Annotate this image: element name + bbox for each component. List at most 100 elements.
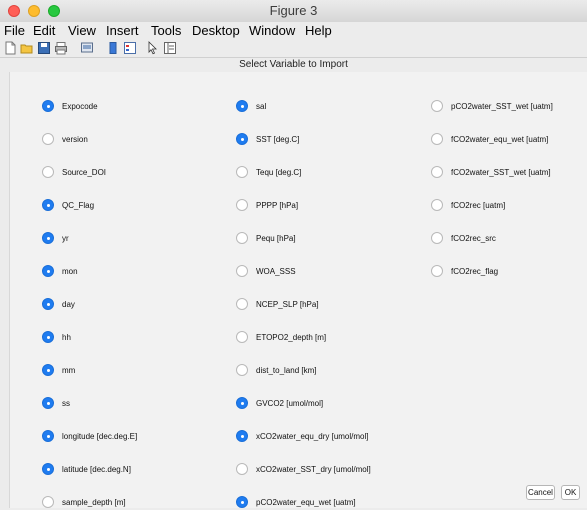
variable-label: yr — [62, 233, 69, 243]
menu-window[interactable]: Window — [249, 23, 295, 38]
radio-button[interactable] — [236, 463, 248, 475]
variable-option[interactable]: Source_DOI — [42, 164, 106, 180]
property-inspector-icon[interactable] — [163, 41, 177, 55]
radio-button[interactable] — [42, 298, 54, 310]
variable-option[interactable]: xCO2water_equ_dry [umol/mol] — [236, 428, 369, 444]
variable-option[interactable]: hh — [42, 329, 71, 345]
radio-button[interactable] — [236, 133, 248, 145]
menu-help[interactable]: Help — [305, 23, 332, 38]
variable-option[interactable]: Tequ [deg.C] — [236, 164, 301, 180]
variable-option[interactable]: pCO2water_SST_wet [uatm] — [431, 98, 553, 114]
menu-insert[interactable]: Insert — [106, 23, 139, 38]
variable-label: dist_to_land [km] — [256, 365, 317, 375]
variable-option[interactable]: NCEP_SLP [hPa] — [236, 296, 319, 312]
print-preview-icon[interactable] — [80, 41, 94, 55]
variable-option[interactable]: QC_Flag — [42, 197, 94, 213]
radio-button[interactable] — [236, 331, 248, 343]
radio-button[interactable] — [236, 265, 248, 277]
variable-option[interactable]: SST [deg.C] — [236, 131, 299, 147]
radio-button[interactable] — [42, 496, 54, 508]
variable-option[interactable]: fCO2water_SST_wet [uatm] — [431, 164, 551, 180]
radio-button[interactable] — [431, 199, 443, 211]
radio-button[interactable] — [431, 166, 443, 178]
variable-option[interactable]: xCO2water_SST_dry [umol/mol] — [236, 461, 371, 477]
variable-option[interactable]: latitude [dec.deg.N] — [42, 461, 131, 477]
radio-button[interactable] — [42, 331, 54, 343]
variable-label: version — [62, 134, 88, 144]
menu-bar: File Edit View Insert Tools Desktop Wind… — [0, 22, 587, 40]
variable-option[interactable]: WOA_SSS — [236, 263, 296, 279]
variable-label: fCO2water_SST_wet [uatm] — [451, 167, 551, 177]
pointer-icon[interactable] — [146, 41, 160, 55]
radio-button[interactable] — [236, 364, 248, 376]
radio-button[interactable] — [42, 133, 54, 145]
radio-button[interactable] — [42, 199, 54, 211]
variable-label: fCO2rec [uatm] — [451, 200, 506, 210]
menu-tools[interactable]: Tools — [151, 23, 181, 38]
radio-button[interactable] — [236, 397, 248, 409]
variable-label: PPPP [hPa] — [256, 200, 299, 210]
variable-option[interactable]: fCO2rec_flag — [431, 263, 498, 279]
variable-option[interactable]: fCO2rec [uatm] — [431, 197, 505, 213]
variable-option[interactable]: version — [42, 131, 88, 147]
radio-button[interactable] — [42, 397, 54, 409]
variable-label: fCO2rec_flag — [451, 266, 499, 276]
variable-option[interactable]: day — [42, 296, 75, 312]
new-figure-icon[interactable] — [3, 41, 17, 55]
variable-option[interactable]: Expocode — [42, 98, 98, 114]
legend-icon[interactable] — [123, 41, 137, 55]
variable-label: longitude [dec.deg.E] — [62, 431, 138, 441]
variable-option[interactable]: Pequ [hPa] — [236, 230, 296, 246]
variable-label: latitude [dec.deg.N] — [62, 464, 131, 474]
radio-button[interactable] — [236, 166, 248, 178]
colorbar-icon[interactable] — [106, 41, 120, 55]
variable-option[interactable]: ETOPO2_depth [m] — [236, 329, 326, 345]
radio-button[interactable] — [42, 463, 54, 475]
variable-label: xCO2water_SST_dry [umol/mol] — [256, 464, 371, 474]
variable-label: Pequ [hPa] — [256, 233, 296, 243]
variable-label: pCO2water_SST_wet [uatm] — [451, 101, 553, 111]
menu-desktop[interactable]: Desktop — [192, 23, 240, 38]
variable-option[interactable]: mm — [42, 362, 75, 378]
variable-option[interactable]: GVCO2 [umol/mol] — [236, 395, 323, 411]
figure-toolbar — [0, 40, 587, 58]
menu-file[interactable]: File — [4, 23, 25, 38]
cancel-button[interactable]: Cancel — [526, 485, 555, 500]
variable-option[interactable]: mon — [42, 263, 78, 279]
variable-label: ETOPO2_depth [m] — [256, 332, 327, 342]
radio-button[interactable] — [431, 232, 443, 244]
radio-button[interactable] — [236, 232, 248, 244]
variable-label: sal — [256, 101, 267, 111]
ok-button[interactable]: OK — [561, 485, 580, 500]
variable-option[interactable]: sal — [236, 98, 266, 114]
radio-button[interactable] — [42, 265, 54, 277]
print-icon[interactable] — [54, 41, 68, 55]
radio-button[interactable] — [236, 298, 248, 310]
variable-option[interactable]: longitude [dec.deg.E] — [42, 428, 137, 444]
variable-option[interactable]: fCO2rec_src — [431, 230, 496, 246]
variable-label: Tequ [deg.C] — [256, 167, 302, 177]
radio-button[interactable] — [236, 100, 248, 112]
variable-option[interactable]: PPPP [hPa] — [236, 197, 298, 213]
variable-option[interactable]: ss — [42, 395, 70, 411]
radio-button[interactable] — [42, 232, 54, 244]
save-icon[interactable] — [37, 41, 51, 55]
radio-button[interactable] — [431, 100, 443, 112]
variable-label: fCO2rec_src — [451, 233, 496, 243]
menu-view[interactable]: View — [68, 23, 96, 38]
radio-button[interactable] — [431, 133, 443, 145]
menu-edit[interactable]: Edit — [33, 23, 55, 38]
radio-button[interactable] — [42, 100, 54, 112]
radio-button[interactable] — [236, 199, 248, 211]
window-title: Figure 3 — [269, 3, 318, 18]
radio-button[interactable] — [42, 166, 54, 178]
radio-button[interactable] — [42, 364, 54, 376]
radio-button[interactable] — [42, 430, 54, 442]
variable-option[interactable]: yr — [42, 230, 69, 246]
radio-button[interactable] — [431, 265, 443, 277]
radio-button[interactable] — [236, 496, 248, 508]
radio-button[interactable] — [236, 430, 248, 442]
variable-option[interactable]: dist_to_land [km] — [236, 362, 316, 378]
open-file-icon[interactable] — [20, 41, 34, 55]
variable-option[interactable]: fCO2water_equ_wet [uatm] — [431, 131, 548, 147]
